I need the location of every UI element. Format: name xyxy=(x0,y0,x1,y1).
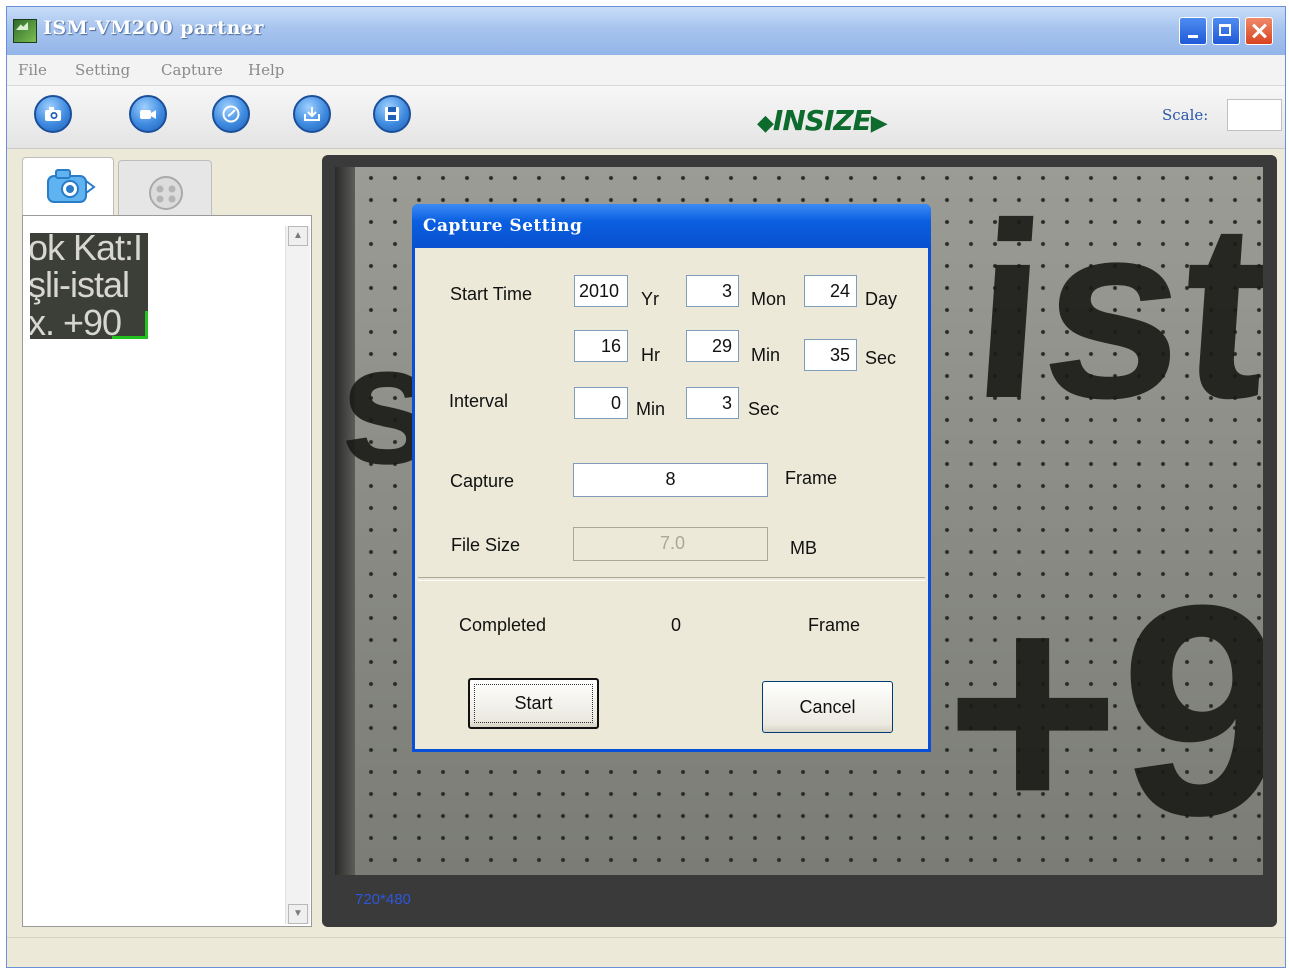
brand-logo: ◆INSIZE▶ xyxy=(757,104,888,137)
second-field[interactable]: 35 xyxy=(804,339,857,371)
save-image-button[interactable] xyxy=(293,95,331,133)
capture-count-field[interactable]: 8 xyxy=(573,463,768,497)
scale-input[interactable] xyxy=(1227,99,1282,131)
capture-photo-button[interactable] xyxy=(34,95,72,133)
menu-setting[interactable]: Setting xyxy=(75,61,130,79)
timer-icon xyxy=(222,105,240,123)
day-field[interactable]: 24 xyxy=(804,275,857,307)
film-reel-icon xyxy=(149,176,183,210)
toolbar: ◆INSIZE▶ Scale: xyxy=(7,86,1285,149)
hour-field[interactable]: 16 xyxy=(574,330,628,362)
photo-camera-icon xyxy=(47,169,96,203)
dialog-title-bar: Capture Setting xyxy=(412,204,931,248)
capture-list: ok Kat:I şli-istal x. +90 ▲ ▼ xyxy=(22,215,312,927)
menu-help[interactable]: Help xyxy=(248,61,284,79)
timer-capture-button[interactable] xyxy=(212,95,250,133)
interval-label: Interval xyxy=(449,391,509,411)
resolution-label: 720*480 xyxy=(355,891,411,908)
minute-field[interactable]: 29 xyxy=(686,330,739,362)
thumbnail-image[interactable]: ok Kat:I şli-istal x. +90 xyxy=(30,233,148,339)
menu-file[interactable]: File xyxy=(18,61,47,79)
interval-min-field[interactable]: 0 xyxy=(574,387,628,419)
start-button[interactable]: Start xyxy=(468,678,599,729)
window-title: ISM-VM200 partner xyxy=(43,17,264,39)
completed-label: Completed xyxy=(459,615,547,635)
file-size-field: 7.0 xyxy=(573,527,768,561)
dialog-title: Capture Setting xyxy=(423,216,583,236)
camera-icon xyxy=(45,107,61,121)
list-scrollbar[interactable]: ▲ ▼ xyxy=(285,226,310,924)
menu-bar: File Setting Capture Help xyxy=(7,55,1285,86)
completed-count: 0 xyxy=(671,615,682,635)
floppy-disk-icon xyxy=(385,107,399,121)
scroll-up-icon[interactable]: ▲ xyxy=(288,226,308,246)
start-time-label: Start Time xyxy=(450,284,533,304)
file-size-label: File Size xyxy=(451,535,521,555)
selection-marker xyxy=(112,311,148,339)
save-file-button[interactable] xyxy=(373,95,411,133)
capture-setting-dialog: Capture Setting Start Time 2010 Yr 3 Mon… xyxy=(412,204,931,752)
status-bar xyxy=(7,937,1285,967)
month-field[interactable]: 3 xyxy=(686,275,739,307)
menu-capture[interactable]: Capture xyxy=(161,61,223,79)
minimize-button[interactable] xyxy=(1179,17,1207,45)
photo-tab[interactable] xyxy=(22,157,114,217)
scale-label: Scale: xyxy=(1162,106,1209,124)
left-panel: ok Kat:I şli-istal x. +90 ▲ ▼ xyxy=(22,157,312,927)
film-tab[interactable] xyxy=(118,160,212,215)
capture-label: Capture xyxy=(450,471,515,491)
scroll-down-icon[interactable]: ▼ xyxy=(288,904,308,924)
interval-sec-field[interactable]: 3 xyxy=(686,387,739,419)
year-field[interactable]: 2010 xyxy=(574,275,628,307)
maximize-button[interactable] xyxy=(1212,17,1240,45)
app-picture-icon xyxy=(13,19,37,43)
cancel-button[interactable]: Cancel xyxy=(762,681,893,733)
record-video-button[interactable] xyxy=(129,95,167,133)
save-to-disk-icon xyxy=(304,107,320,121)
video-camera-icon xyxy=(140,110,156,119)
title-bar: ISM-VM200 partner xyxy=(7,7,1285,55)
close-button[interactable] xyxy=(1245,17,1273,45)
